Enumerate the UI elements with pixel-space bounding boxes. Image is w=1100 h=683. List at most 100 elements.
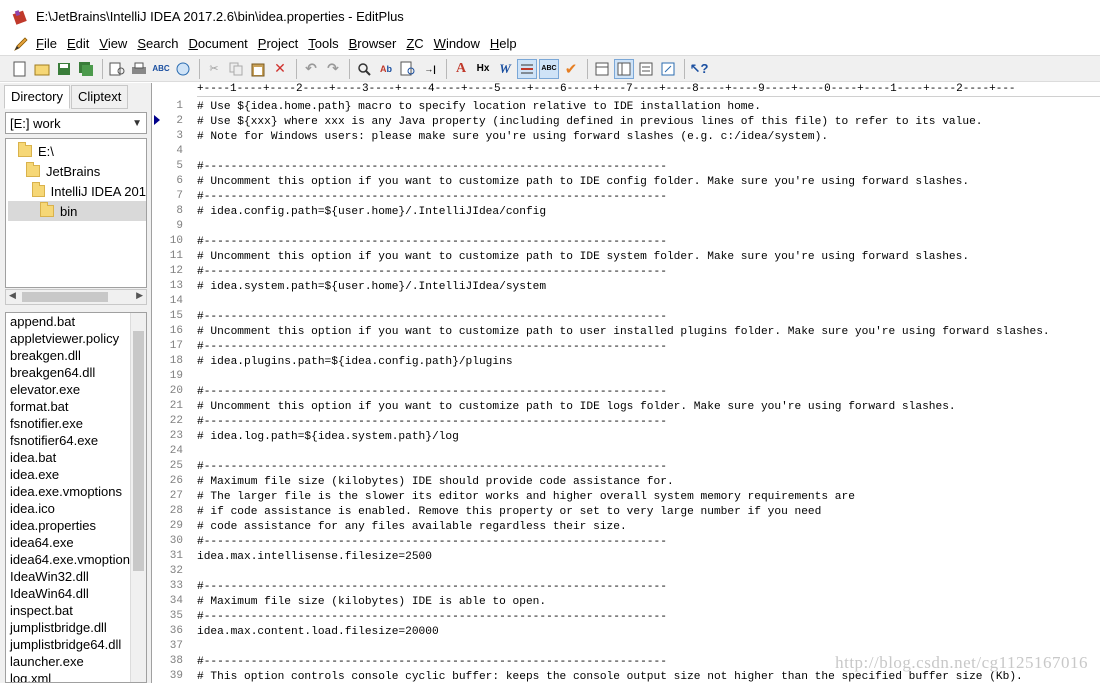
chevron-down-icon[interactable]: ▼ bbox=[132, 118, 142, 129]
menu-item-window[interactable]: Window bbox=[434, 36, 480, 51]
file-list-item[interactable]: IdeaWin64.dll bbox=[6, 585, 146, 602]
menu-item-project[interactable]: Project bbox=[258, 36, 298, 51]
code-line[interactable]: #---------------------------------------… bbox=[197, 160, 667, 175]
scrollbar-thumb[interactable] bbox=[22, 292, 108, 302]
cut-icon[interactable]: ✂ bbox=[204, 59, 224, 79]
menu-item-help[interactable]: Help bbox=[490, 36, 517, 51]
tab-cliptext[interactable]: Cliptext bbox=[71, 85, 129, 109]
code-line[interactable]: # Use ${xxx} where xxx is any Java prope… bbox=[197, 115, 983, 130]
file-list-item[interactable]: launcher.exe bbox=[6, 653, 146, 670]
spell-check-mark-icon[interactable]: ✔ bbox=[561, 59, 581, 79]
code-line[interactable]: # if code assistance is enabled. Remove … bbox=[197, 505, 821, 520]
replace-icon[interactable]: Ab bbox=[376, 59, 396, 79]
scroll-right-icon[interactable]: ▶ bbox=[136, 290, 143, 301]
save-icon[interactable] bbox=[54, 59, 74, 79]
goto-line-icon[interactable]: →| bbox=[420, 59, 440, 79]
find-in-files-icon[interactable] bbox=[398, 59, 418, 79]
tree-item-intellij[interactable]: IntelliJ IDEA 201 bbox=[31, 181, 146, 201]
new-file-icon[interactable] bbox=[10, 59, 30, 79]
delete-icon[interactable]: ✕ bbox=[270, 59, 290, 79]
file-list-item[interactable]: idea64.exe bbox=[6, 534, 146, 551]
file-list-item[interactable]: elevator.exe bbox=[6, 381, 146, 398]
code-line[interactable]: # idea.config.path=${user.home}/.Intelli… bbox=[197, 205, 546, 220]
code-line[interactable]: #---------------------------------------… bbox=[197, 340, 667, 355]
code-line[interactable]: # Maximum file size (kilobytes) IDE is a… bbox=[197, 595, 546, 610]
file-list-item[interactable]: idea.exe bbox=[6, 466, 146, 483]
file-list-item[interactable]: jumplistbridge64.dll bbox=[6, 636, 146, 653]
code-line[interactable]: #---------------------------------------… bbox=[197, 655, 667, 670]
menu-item-zc[interactable]: ZC bbox=[406, 36, 423, 51]
code-line[interactable]: # code assistance for any files availabl… bbox=[197, 520, 627, 535]
code-line[interactable]: idea.max.intellisense.filesize=2500 bbox=[197, 550, 432, 565]
file-list-item[interactable]: idea.bat bbox=[6, 449, 146, 466]
spell-check-icon[interactable]: ABC bbox=[151, 59, 171, 79]
directory-window-icon[interactable] bbox=[614, 58, 634, 79]
editor-area[interactable]: ​+----1----+----2----+----3----+----4---… bbox=[153, 83, 1100, 683]
menu-item-search[interactable]: Search bbox=[137, 36, 178, 51]
code-line[interactable]: #---------------------------------------… bbox=[197, 235, 667, 250]
file-list-item[interactable]: idea.properties bbox=[6, 517, 146, 534]
file-list-item[interactable]: appletviewer.policy bbox=[6, 330, 146, 347]
file-list-item[interactable]: log.xml bbox=[6, 670, 146, 682]
file-list-item[interactable]: idea.ico bbox=[6, 500, 146, 517]
file-list-item[interactable]: fsnotifier64.exe bbox=[6, 432, 146, 449]
code-line[interactable]: # Uncomment this option if you want to c… bbox=[197, 325, 1050, 340]
ruler-toggle-icon[interactable]: ABC bbox=[539, 58, 559, 79]
code-line[interactable]: #---------------------------------------… bbox=[197, 415, 667, 430]
code-line[interactable]: # Uncomment this option if you want to c… bbox=[197, 250, 969, 265]
code-line[interactable]: #---------------------------------------… bbox=[197, 580, 667, 595]
code-line[interactable]: # idea.log.path=${idea.system.path}/log bbox=[197, 430, 459, 445]
code-line[interactable]: #---------------------------------------… bbox=[197, 610, 667, 625]
paste-icon[interactable] bbox=[248, 59, 268, 79]
code-line[interactable]: # idea.plugins.path=${idea.config.path}/… bbox=[197, 355, 513, 370]
file-list-item[interactable]: append.bat bbox=[6, 313, 146, 330]
output-window-icon[interactable] bbox=[592, 59, 612, 79]
save-all-icon[interactable] bbox=[76, 59, 96, 79]
code-line[interactable]: # Maximum file size (kilobytes) IDE shou… bbox=[197, 475, 674, 490]
menu-item-tools[interactable]: Tools bbox=[308, 36, 338, 51]
scroll-left-icon[interactable]: ◀ bbox=[9, 290, 16, 301]
code-line[interactable]: #---------------------------------------… bbox=[197, 190, 667, 205]
tree-item-bin[interactable]: bin bbox=[8, 201, 146, 221]
code-line[interactable]: # Uncomment this option if you want to c… bbox=[197, 175, 969, 190]
code-line[interactable]: # Use ${idea.home.path} macro to specify… bbox=[197, 100, 761, 115]
code-line[interactable]: idea.max.content.load.filesize=20000 bbox=[197, 625, 439, 640]
file-list-item[interactable]: jumplistbridge.dll bbox=[6, 619, 146, 636]
code-line[interactable]: # The larger file is the slower its edit… bbox=[197, 490, 855, 505]
code-line[interactable]: #---------------------------------------… bbox=[197, 385, 667, 400]
tree-item-drive[interactable]: E:\ bbox=[18, 141, 146, 161]
find-icon[interactable] bbox=[354, 59, 374, 79]
print-icon[interactable] bbox=[129, 59, 149, 79]
undo-icon[interactable]: ↶ bbox=[301, 59, 321, 79]
file-list-item[interactable]: format.bat bbox=[6, 398, 146, 415]
fullscreen-icon[interactable] bbox=[658, 59, 678, 79]
code-line[interactable]: #---------------------------------------… bbox=[197, 460, 667, 475]
file-list-item[interactable]: idea64.exe.vmoption bbox=[6, 551, 146, 568]
menu-item-document[interactable]: Document bbox=[189, 36, 248, 51]
tree-item-jetbrains[interactable]: JetBrains bbox=[26, 161, 146, 181]
file-list-item[interactable]: IdeaWin32.dll bbox=[6, 568, 146, 585]
code-line[interactable]: # idea.system.path=${user.home}/.Intelli… bbox=[197, 280, 546, 295]
copy-icon[interactable] bbox=[226, 59, 246, 79]
font-icon[interactable]: A bbox=[451, 59, 471, 79]
drive-select[interactable]: [E:] work ▼ bbox=[5, 112, 147, 134]
print-preview-icon[interactable] bbox=[107, 59, 127, 79]
code-line[interactable]: #---------------------------------------… bbox=[197, 535, 667, 550]
file-list-item[interactable]: breakgen64.dll bbox=[6, 364, 146, 381]
word-wrap-icon[interactable]: W bbox=[495, 59, 515, 79]
file-list-item[interactable]: inspect.bat bbox=[6, 602, 146, 619]
redo-icon[interactable]: ↷ bbox=[323, 59, 343, 79]
code-line[interactable]: #---------------------------------------… bbox=[197, 310, 667, 325]
file-list-item[interactable]: breakgen.dll bbox=[6, 347, 146, 364]
tree-horizontal-scrollbar[interactable]: ◀ ▶ bbox=[5, 289, 147, 305]
menu-item-edit[interactable]: Edit bbox=[67, 36, 89, 51]
file-list-item[interactable]: fsnotifier.exe bbox=[6, 415, 146, 432]
code-line[interactable]: #---------------------------------------… bbox=[197, 265, 667, 280]
menu-item-browser[interactable]: Browser bbox=[349, 36, 397, 51]
browser-icon[interactable] bbox=[173, 59, 193, 79]
open-file-icon[interactable] bbox=[32, 59, 52, 79]
file-list-scrollbar[interactable] bbox=[130, 313, 146, 682]
tab-directory[interactable]: Directory bbox=[4, 85, 71, 109]
menu-item-file[interactable]: File bbox=[36, 36, 57, 51]
help-icon[interactable]: ↖? bbox=[689, 59, 709, 79]
